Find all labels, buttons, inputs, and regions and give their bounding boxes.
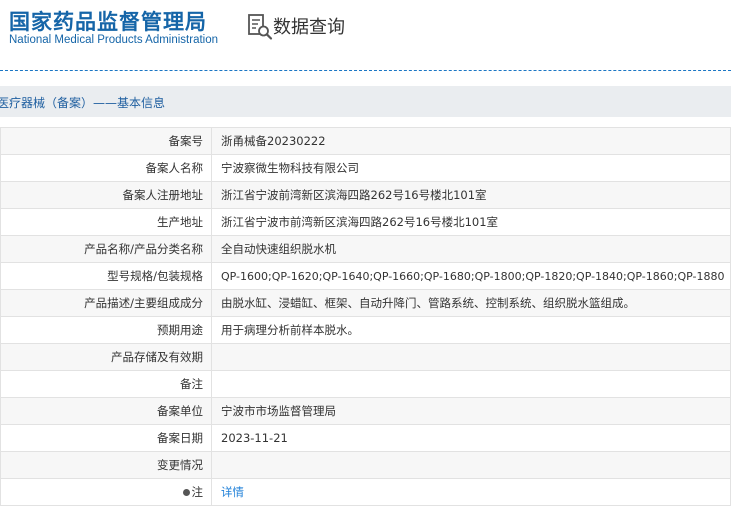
row-value: 宁波察微生物科技有限公司 xyxy=(211,154,731,182)
table-row: 注 详情 xyxy=(0,478,731,506)
row-value: 全自动快速组织脱水机 xyxy=(211,235,731,263)
page-title: 数据查询 xyxy=(273,17,345,38)
table-row: 备案号 浙甬械备20230222 xyxy=(0,127,731,155)
dot-icon xyxy=(182,489,190,496)
site-header: 国家药品监督管理局 National Medical Products Admi… xyxy=(0,0,731,70)
table-row: 备注 xyxy=(0,370,731,398)
section-header: 医疗器械（备案）——基本信息 xyxy=(0,86,731,117)
row-label: 备注 xyxy=(0,370,212,398)
row-value: 浙甬械备20230222 xyxy=(211,127,731,155)
row-label: 生产地址 xyxy=(0,208,212,236)
table-row: 产品描述/主要组成成分 由脱水缸、浸蜡缸、框架、自动升降门、管路系统、控制系统、… xyxy=(0,289,731,317)
table-row: 备案日期 2023-11-21 xyxy=(0,424,731,452)
row-label: 变更情况 xyxy=(0,451,212,479)
row-label: 预期用途 xyxy=(0,316,212,344)
section-title: 医疗器械（备案）——基本信息 xyxy=(0,96,166,110)
row-value: 由脱水缸、浸蜡缸、框架、自动升降门、管路系统、控制系统、组织脱水篮组成。 xyxy=(211,289,731,317)
row-value xyxy=(211,370,731,398)
table-row: 备案人注册地址 浙江省宁波前湾新区滨海四路262号16号楼北101室 xyxy=(0,181,731,209)
table-row: 变更情况 xyxy=(0,451,731,479)
table-row: 型号规格/包装规格 QP-1600;QP-1620;QP-1640;QP-166… xyxy=(0,262,731,290)
table-row: 产品名称/产品分类名称 全自动快速组织脱水机 xyxy=(0,235,731,263)
site-logo-cn[interactable]: 国家药品监督管理局 xyxy=(9,6,207,36)
basic-info-table: 备案号 浙甬械备20230222 备案人名称 宁波察微生物科技有限公司 备案人注… xyxy=(0,127,731,506)
table-row: 预期用途 用于病理分析前样本脱水。 xyxy=(0,316,731,344)
header-divider xyxy=(0,70,731,71)
row-value: 详情 xyxy=(211,478,731,506)
table-row: 生产地址 浙江省宁波市前湾新区滨海四路262号16号楼北101室 xyxy=(0,208,731,236)
row-label: 产品名称/产品分类名称 xyxy=(0,235,212,263)
row-value: 宁波市市场监督管理局 xyxy=(211,397,731,425)
row-value xyxy=(211,343,731,371)
table-row: 备案人名称 宁波察微生物科技有限公司 xyxy=(0,154,731,182)
row-value: QP-1600;QP-1620;QP-1640;QP-1660;QP-1680;… xyxy=(211,262,731,290)
table-row: 备案单位 宁波市市场监督管理局 xyxy=(0,397,731,425)
row-label: 备案人名称 xyxy=(0,154,212,182)
row-value xyxy=(211,451,731,479)
row-label: 备案日期 xyxy=(0,424,212,452)
row-value: 用于病理分析前样本脱水。 xyxy=(211,316,731,344)
row-value: 浙江省宁波前湾新区滨海四路262号16号楼北101室 xyxy=(211,181,731,209)
site-logo-en[interactable]: National Medical Products Administration xyxy=(9,34,218,46)
details-link[interactable]: 详情 xyxy=(221,485,244,499)
row-label: 产品存储及有效期 xyxy=(0,343,212,371)
row-value: 浙江省宁波市前湾新区滨海四路262号16号楼北101室 xyxy=(211,208,731,236)
row-label: 产品描述/主要组成成分 xyxy=(0,289,212,317)
table-row: 产品存储及有效期 xyxy=(0,343,731,371)
row-label: 备案人注册地址 xyxy=(0,181,212,209)
row-label: 备案单位 xyxy=(0,397,212,425)
row-label: 备案号 xyxy=(0,127,212,155)
note-label: 注 xyxy=(191,485,204,499)
row-label-note: 注 xyxy=(0,478,212,506)
row-label: 型号规格/包装规格 xyxy=(0,262,212,290)
row-value: 2023-11-21 xyxy=(211,424,731,452)
document-search-icon xyxy=(248,14,273,40)
